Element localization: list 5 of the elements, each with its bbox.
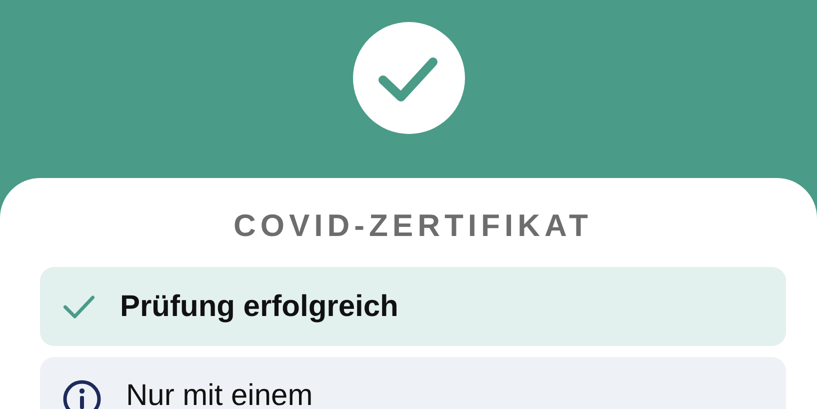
info-icon <box>62 379 102 409</box>
info-text: Nur mit einem <box>126 379 313 409</box>
certificate-title: COVID-ZERTIFIKAT <box>233 208 592 244</box>
status-text: Prüfung erfolgreich <box>120 290 398 324</box>
check-badge-icon <box>352 22 464 134</box>
